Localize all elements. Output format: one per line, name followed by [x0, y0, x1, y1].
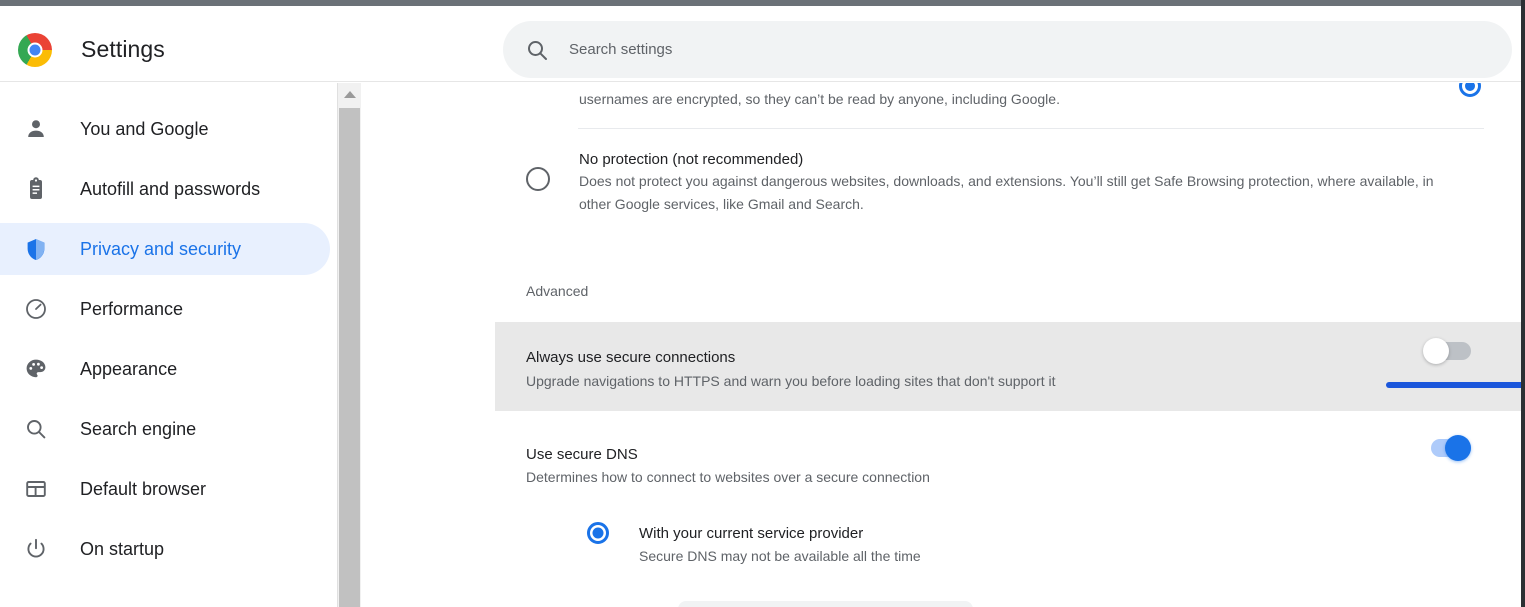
secure-dns-toggle[interactable]	[1423, 435, 1471, 461]
no-protection-description-line-2: other Google services, like Gmail and Se…	[579, 196, 864, 212]
secure-connections-description: Upgrade navigations to HTTPS and warn yo…	[526, 373, 1056, 389]
current-service-provider-sublabel: Secure DNS may not be available all the …	[639, 548, 921, 564]
clipboard-icon	[22, 175, 50, 203]
toggle-knob	[1445, 435, 1471, 461]
sidebar-item-on-startup[interactable]: On startup	[0, 523, 330, 575]
advanced-section-heading: Advanced	[526, 283, 589, 299]
secure-connections-focus-bar	[1386, 382, 1521, 388]
settings-header: Settings	[0, 6, 1521, 82]
settings-content-panel: usernames are encrypted, so they can’t b…	[495, 83, 1521, 607]
scroll-up-arrow-icon	[343, 91, 356, 98]
no-protection-title: No protection (not recommended)	[579, 151, 804, 168]
safe-browsing-partial-text: usernames are encrypted, so they can’t b…	[579, 91, 1060, 107]
sidebar-item-you-and-google[interactable]: You and Google	[0, 103, 330, 155]
sidebar-item-performance[interactable]: Performance	[0, 283, 330, 335]
window-right-edge	[1521, 0, 1525, 607]
content-left-margin	[361, 83, 495, 607]
sidebar-item-autofill-and-passwords[interactable]: Autofill and passwords	[0, 163, 330, 215]
search-settings-field[interactable]	[503, 21, 1512, 78]
sidebar-item-search-engine[interactable]: Search engine	[0, 403, 330, 455]
shield-icon	[22, 235, 50, 263]
secure-dns-description: Determines how to connect to websites ov…	[526, 469, 930, 485]
sidebar-item-label: Autofill and passwords	[80, 178, 261, 199]
radio-current-service-provider[interactable]	[587, 522, 609, 544]
settings-sidebar: You and Google Autofill and passwords Pr…	[0, 83, 337, 607]
sidebar-item-privacy-and-security[interactable]: Privacy and security	[0, 223, 330, 275]
settings-scrollbar[interactable]	[337, 83, 361, 607]
secure-connections-row[interactable]	[495, 322, 1521, 411]
browser-window-icon	[22, 475, 50, 503]
sidebar-item-label: Privacy and security	[80, 238, 242, 259]
search-input[interactable]	[569, 21, 1469, 78]
secure-dns-provider-dropdown[interactable]	[678, 601, 973, 607]
speedometer-icon	[22, 295, 50, 323]
chrome-settings-window: Settings You and Google	[0, 0, 1525, 607]
radio-enhanced-protection-partial[interactable]	[1459, 83, 1481, 97]
person-icon	[22, 115, 50, 143]
sidebar-item-label: You and Google	[80, 118, 209, 139]
secure-connections-title: Always use secure connections	[526, 349, 736, 366]
sidebar-item-appearance[interactable]: Appearance	[0, 343, 330, 395]
sidebar-item-label: Performance	[80, 298, 184, 319]
page-title: Settings	[81, 36, 165, 62]
current-service-provider-label: With your current service provider	[639, 525, 864, 542]
sidebar-item-default-browser[interactable]: Default browser	[0, 463, 330, 515]
sidebar-item-label: Search engine	[80, 418, 197, 439]
palette-icon	[22, 355, 50, 383]
content-divider-1	[578, 128, 1484, 129]
chrome-logo-icon	[18, 33, 52, 67]
sidebar-item-label: Default browser	[80, 478, 207, 499]
sidebar-item-label: On startup	[80, 538, 165, 559]
power-icon	[22, 535, 50, 563]
radio-no-protection[interactable]	[526, 167, 550, 191]
magnifier-icon	[22, 415, 50, 443]
scrollbar-up-button[interactable]	[338, 83, 361, 106]
scrollbar-thumb[interactable]	[339, 108, 360, 607]
sidebar-item-label: Appearance	[80, 358, 178, 379]
search-icon	[523, 36, 551, 64]
secure-dns-title: Use secure DNS	[526, 446, 638, 463]
no-protection-description-line-1: Does not protect you against dangerous w…	[579, 173, 1434, 189]
toggle-knob	[1423, 338, 1449, 364]
secure-connections-toggle[interactable]	[1423, 338, 1471, 364]
